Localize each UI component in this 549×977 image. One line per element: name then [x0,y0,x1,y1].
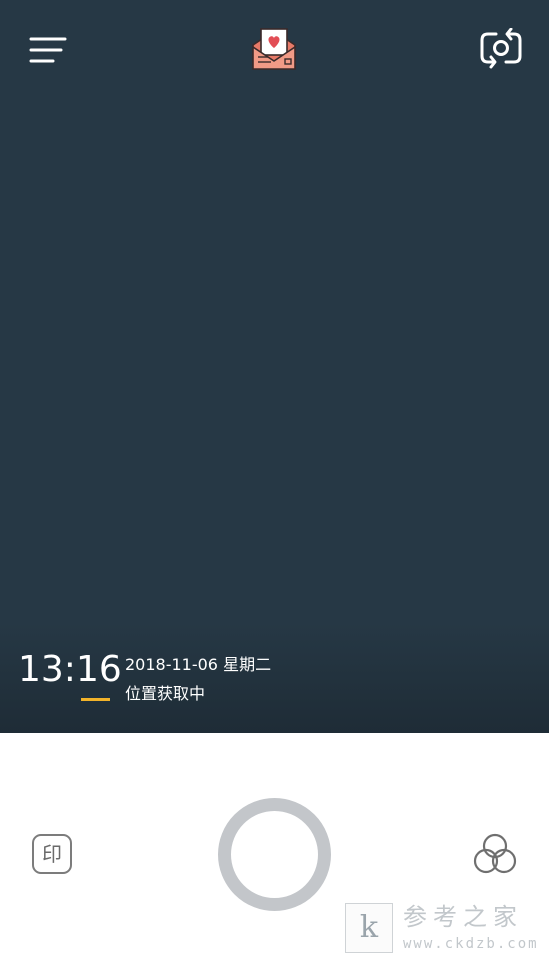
camera-viewfinder[interactable]: 13:16 2018-11-06 星期二 位置获取中 [0,0,549,733]
love-letter-envelope-icon [252,28,296,70]
shutter-button[interactable] [218,798,331,911]
watermark-logo: k [345,903,393,953]
watermark-logo-letter: k [359,910,379,945]
love-letter-button[interactable] [248,24,300,74]
switch-camera-icon [480,28,522,69]
filter-circles-icon [473,833,517,874]
watermark-title: 参考之家 [403,903,523,931]
filter-button[interactable] [470,830,520,878]
site-watermark: k 参考之家 www.ckdzb.com [345,903,545,957]
stamp-button[interactable]: 印 [32,834,72,874]
location-status: 位置获取中 [125,684,206,703]
current-date: 2018-11-06 星期二 [125,655,272,674]
menu-button[interactable] [26,30,70,70]
watermark-url: www.ckdzb.com [403,936,539,952]
current-time: 13:16 [18,649,122,690]
stamp-label: 印 [42,842,62,866]
switch-camera-button[interactable] [476,26,526,72]
time-accent-bar [81,698,110,701]
menu-icon [29,37,67,63]
